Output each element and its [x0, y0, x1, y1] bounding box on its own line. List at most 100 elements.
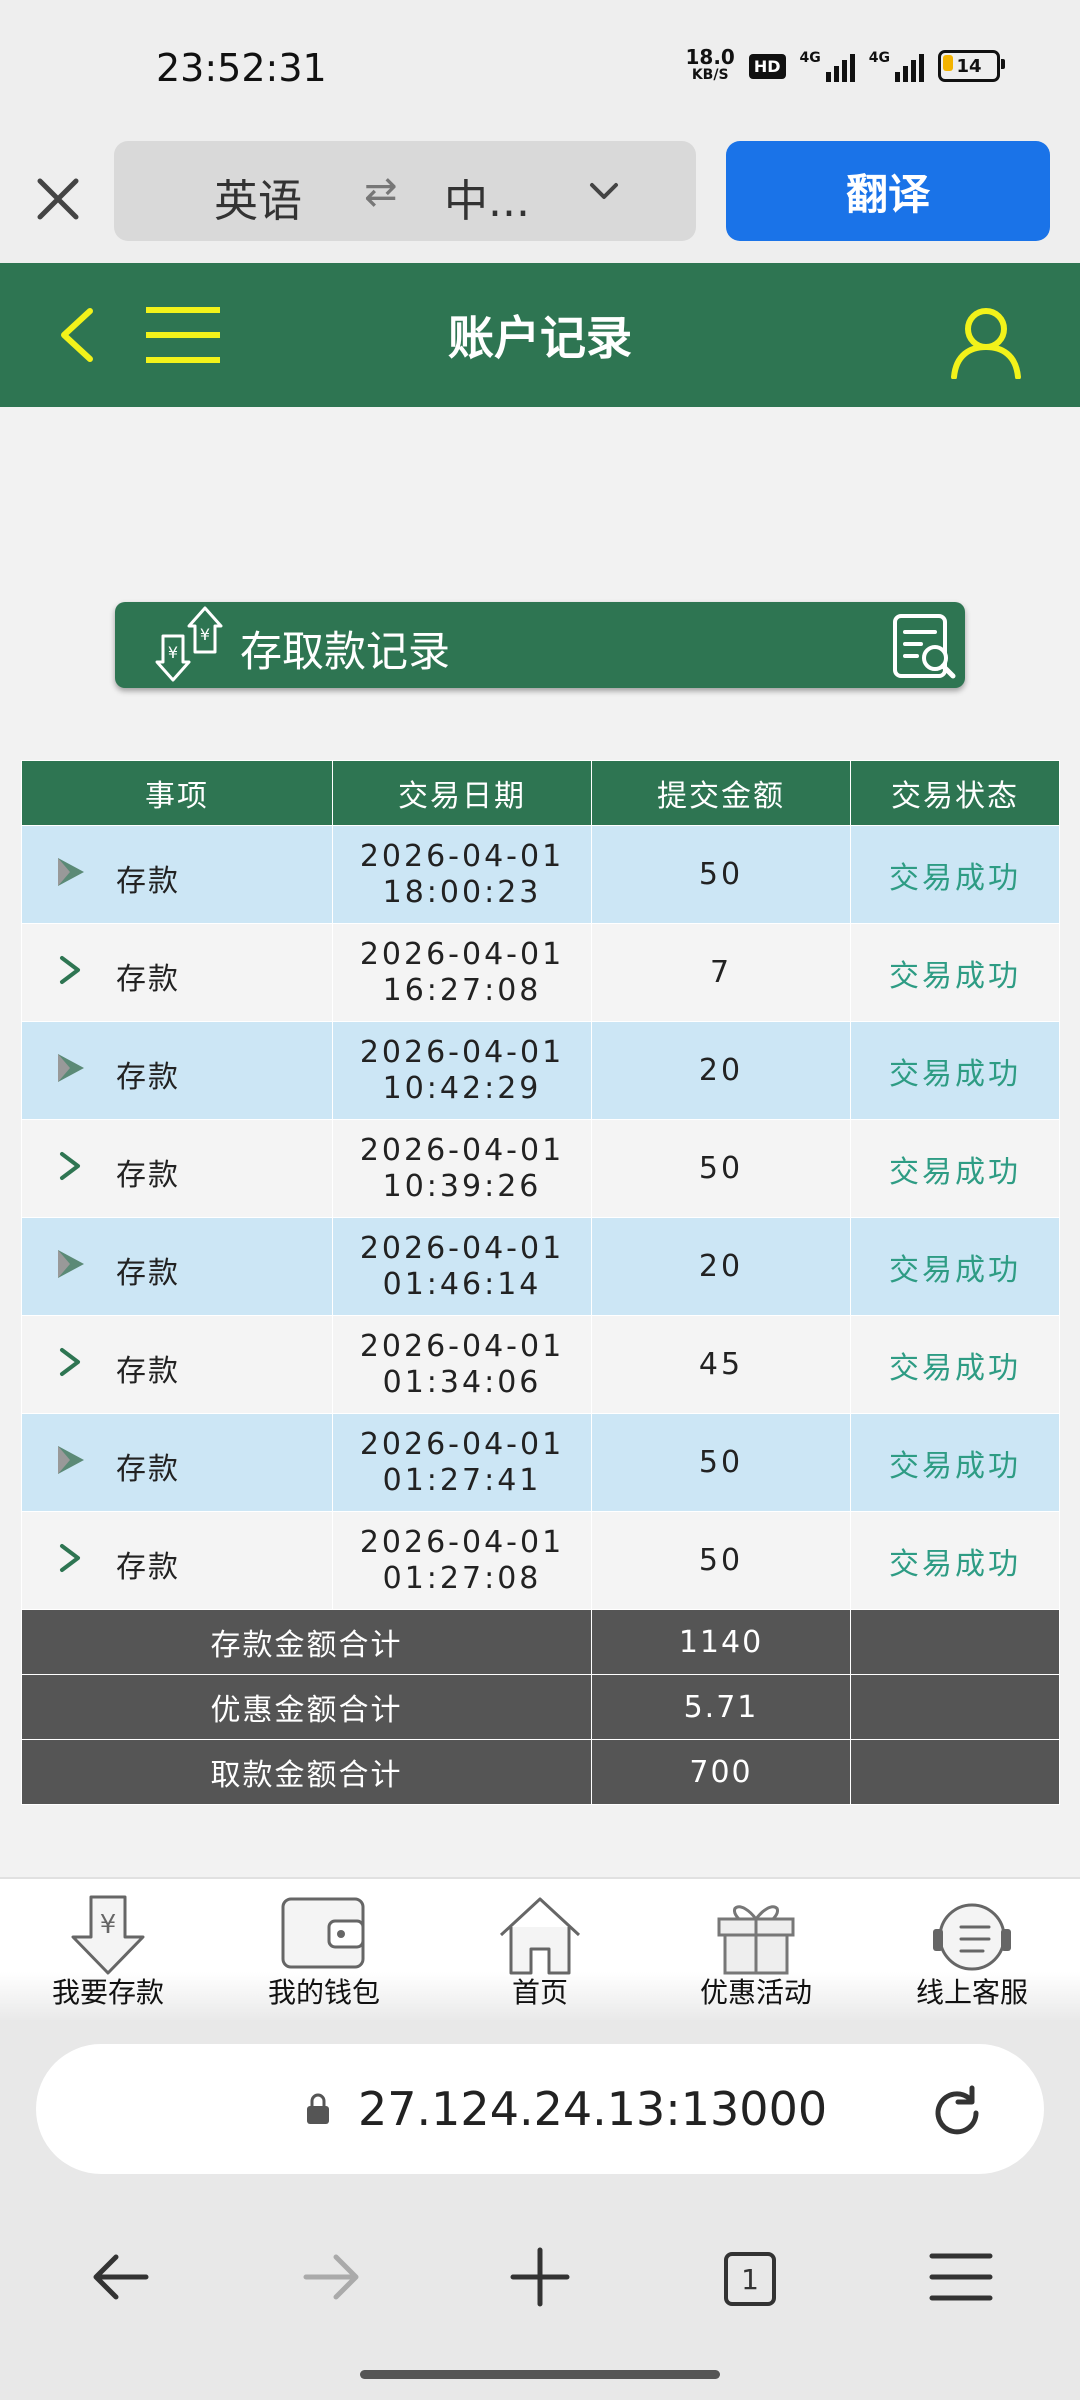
play-arrow-icon	[58, 1054, 84, 1082]
tab-count: 1	[724, 2252, 776, 2306]
source-language[interactable]: 英语	[214, 165, 302, 229]
item-label: 存款	[116, 864, 180, 899]
battery-icon: 14	[938, 50, 1005, 82]
status-cell: 交易成功	[850, 1119, 1060, 1218]
item-cell: 存款	[21, 1511, 333, 1610]
nav-support[interactable]: 线上客服	[864, 1879, 1080, 2022]
table-row[interactable]: 存款 2026-04-01 10:39:26 50 交易成功	[21, 1119, 1060, 1218]
play-arrow-icon	[58, 858, 84, 886]
language-selector[interactable]: 英语 ⇄ 中...	[114, 141, 696, 241]
signal-label: 4G	[799, 50, 821, 66]
total-label: 取款金额合计	[21, 1739, 592, 1805]
table-row[interactable]: 存款 2026-04-01 10:42:29 20 交易成功	[21, 1021, 1060, 1120]
amount-cell: 45	[591, 1315, 851, 1414]
column-header-date: 交易日期	[332, 760, 592, 826]
translate-button[interactable]: 翻译	[726, 141, 1050, 241]
back-arrow-icon[interactable]	[86, 2242, 156, 2312]
amount-cell: 20	[591, 1021, 851, 1120]
records-table: 事项 交易日期 提交金额 交易状态 存款 2026-04-01 18:00:23 …	[21, 760, 1060, 1805]
menu-icon[interactable]	[926, 2242, 996, 2312]
table-row[interactable]: 存款 2026-04-01 18:00:23 50 交易成功	[21, 825, 1060, 924]
target-language[interactable]: 中...	[444, 165, 530, 229]
status-cell: 交易成功	[850, 1217, 1060, 1316]
date-text: 2026-04-01	[359, 1426, 565, 1462]
reload-icon[interactable]	[928, 2084, 986, 2142]
chevron-right-icon	[60, 1544, 80, 1572]
search-record-icon[interactable]	[891, 612, 957, 680]
nav-wallet[interactable]: 我的钱包	[216, 1879, 432, 2022]
svg-text:¥: ¥	[100, 1910, 117, 1940]
url-text[interactable]: 27.124.24.13:13000	[358, 2082, 827, 2136]
date-text: 2026-04-01	[359, 1230, 565, 1266]
net-speed: 18.0 KB/S	[685, 45, 735, 84]
nav-promotions[interactable]: 优惠活动	[648, 1879, 864, 2022]
address-bar[interactable]: 27.124.24.13:13000	[36, 2044, 1044, 2174]
date-text: 2026-04-01	[359, 1524, 565, 1560]
column-header-status: 交易状态	[850, 760, 1060, 826]
date-cell: 2026-04-01 01:46:14	[332, 1217, 592, 1316]
home-icon	[499, 1897, 581, 1975]
total-label: 存款金额合计	[21, 1609, 592, 1675]
net-speed-value: 18.0	[685, 45, 735, 69]
date-cell: 2026-04-01 01:27:41	[332, 1413, 592, 1512]
table-row[interactable]: 存款 2026-04-01 01:46:14 20 交易成功	[21, 1217, 1060, 1316]
total-value: 700	[591, 1739, 851, 1805]
date-text: 2026-04-01	[359, 936, 565, 972]
tabs-button[interactable]: 1	[714, 2242, 784, 2312]
date-text: 2026-04-01	[359, 1328, 565, 1364]
amount-cell: 50	[591, 1511, 851, 1610]
nav-label: 我的钱包	[267, 1976, 380, 2009]
table-row[interactable]: 存款 2026-04-01 01:34:06 45 交易成功	[21, 1315, 1060, 1414]
play-arrow-icon	[58, 1250, 84, 1278]
time-text: 01:27:08	[382, 1560, 542, 1596]
item-cell: 存款	[21, 1315, 333, 1414]
status-cell: 交易成功	[850, 1511, 1060, 1610]
hd-badge: HD	[748, 53, 786, 79]
amount-cell: 7	[591, 923, 851, 1022]
nav-deposit[interactable]: ¥ 我要存款	[0, 1879, 216, 2022]
browser-bar: 27.124.24.13:13000 1	[0, 2020, 1080, 2400]
nav-home[interactable]: 首页	[432, 1879, 648, 2022]
item-cell: 存款	[21, 1413, 333, 1512]
nav-label: 我要存款	[51, 1976, 164, 2009]
support-icon	[933, 1903, 1011, 1971]
page-header: 账户记录	[0, 263, 1080, 407]
new-tab-icon[interactable]	[505, 2242, 575, 2312]
menu-icon[interactable]	[146, 305, 220, 365]
time-text: 01:27:41	[382, 1462, 542, 1498]
back-icon[interactable]	[52, 305, 102, 365]
chevron-down-icon[interactable]	[584, 171, 624, 211]
swap-icon[interactable]: ⇄	[364, 169, 398, 215]
total-value: 1140	[591, 1609, 851, 1675]
table-header-row: 事项 交易日期 提交金额 交易状态	[21, 760, 1060, 826]
date-cell: 2026-04-01 01:27:08	[332, 1511, 592, 1610]
column-header-item: 事项	[21, 760, 333, 826]
item-label: 存款	[116, 1158, 180, 1193]
status-time: 23:52:31	[156, 46, 327, 90]
column-header-amount: 提交金额	[591, 760, 851, 826]
date-text: 2026-04-01	[359, 1132, 565, 1168]
gesture-bar[interactable]	[360, 2370, 720, 2379]
translate-bar: 英语 ⇄ 中... 翻译	[0, 135, 1080, 263]
date-cell: 2026-04-01 10:39:26	[332, 1119, 592, 1218]
table-row[interactable]: 存款 2026-04-01 01:27:08 50 交易成功	[21, 1511, 1060, 1610]
nav-label: 线上客服	[915, 1976, 1028, 2009]
nav-label: 首页	[511, 1976, 568, 2009]
close-icon[interactable]	[30, 171, 86, 227]
total-empty-cell	[850, 1739, 1060, 1805]
item-cell: 存款	[21, 1119, 333, 1218]
svg-text:¥: ¥	[168, 643, 178, 662]
records-banner: ¥ ¥ 存取款记录	[115, 602, 965, 688]
time-text: 01:46:14	[382, 1266, 542, 1302]
item-cell: 存款	[21, 1217, 333, 1316]
deposit-icon: ¥	[71, 1895, 145, 1975]
table-row[interactable]: 存款 2026-04-01 01:27:41 50 交易成功	[21, 1413, 1060, 1512]
time-text: 10:42:29	[382, 1070, 542, 1106]
status-icons: 18.0 KB/S HD 4G 4G 14	[685, 45, 1005, 84]
item-label: 存款	[116, 1060, 180, 1095]
total-row-withdraw: 取款金额合计 700	[21, 1739, 1060, 1805]
table-row[interactable]: 存款 2026-04-01 16:27:08 7 交易成功	[21, 923, 1060, 1022]
item-label: 存款	[116, 1354, 180, 1389]
user-icon[interactable]	[948, 303, 1024, 379]
item-label: 存款	[116, 1452, 180, 1487]
